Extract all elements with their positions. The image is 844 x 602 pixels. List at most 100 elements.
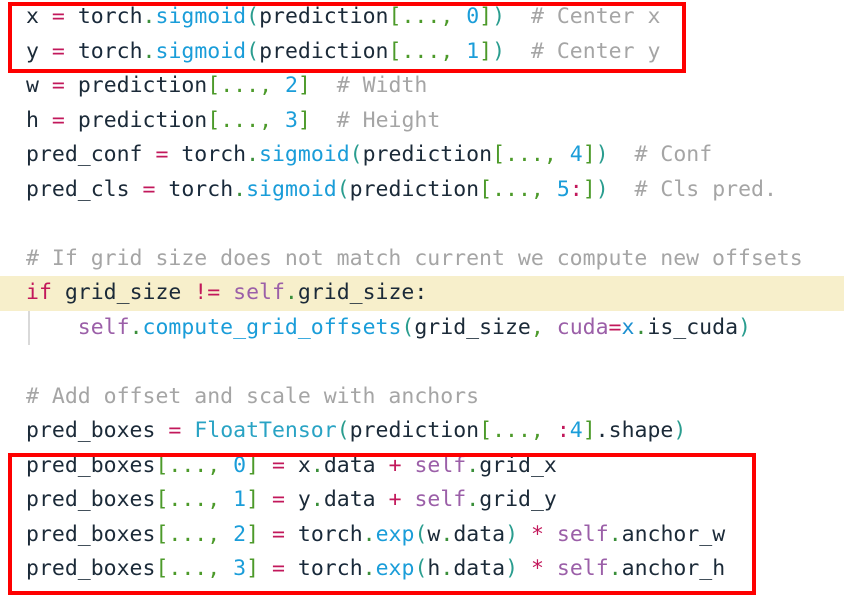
code-token: pred_boxes [26, 556, 156, 581]
code-token: = [272, 556, 285, 581]
code-token: 3 [233, 556, 247, 581]
code-token: pred_boxes [26, 521, 156, 547]
code-token: [ [479, 176, 493, 202]
code-token: . [608, 556, 622, 581]
code-token: # Width [336, 73, 428, 98]
code-token: 0 [466, 4, 480, 29]
code-line[interactable]: pred_cls = torch.sigmoid(prediction[...,… [0, 173, 844, 208]
code-token: ... [401, 4, 441, 29]
code-token: prediction [259, 4, 389, 29]
code-line[interactable]: pred_boxes[..., 1] = y.data + self.grid_… [0, 483, 844, 518]
code-token: ) [492, 4, 506, 29]
code-token: 2 [233, 521, 247, 547]
code-line[interactable]: w = prediction[..., 2] # Width [0, 69, 844, 104]
code-line[interactable]: pred_conf = torch.sigmoid(prediction[...… [0, 138, 844, 173]
code-token: data [453, 521, 506, 547]
code-token: w [427, 521, 441, 547]
code-line[interactable]: pred_boxes = FloatTensor(prediction[...,… [0, 414, 844, 449]
code-token: ) [595, 176, 609, 202]
code-token: [ [388, 38, 402, 64]
code-token: = [272, 452, 285, 478]
code-token: 1 [466, 38, 480, 64]
code-token: ] [582, 418, 596, 443]
code-line[interactable] [0, 207, 844, 242]
code-token: ... [220, 73, 260, 98]
code-line[interactable]: y = torch.sigmoid(prediction[..., 1]) # … [0, 35, 844, 70]
code-token: data [323, 487, 376, 512]
code-token: : [414, 280, 428, 305]
code-token: . [310, 452, 324, 478]
code-token: , [259, 73, 273, 98]
code-token: anchor_h [621, 556, 726, 581]
code-line[interactable]: h = prediction[..., 3] # Height [0, 104, 844, 139]
code-token: , [530, 418, 544, 443]
code-line[interactable]: # If grid size does not match current we… [0, 242, 844, 277]
code-token: . [595, 418, 609, 443]
code-token: , [440, 38, 454, 64]
code-token: grid_size [64, 280, 182, 305]
code-token: = [272, 521, 285, 547]
code-token: self [414, 487, 467, 512]
code-token: x [621, 314, 635, 340]
code-token: torch [77, 38, 143, 64]
code-token: ... [168, 521, 208, 547]
code-token: if [26, 280, 52, 305]
code-token: pred_cls [26, 176, 130, 202]
code-token: # Center x [530, 4, 661, 29]
code-token: . [362, 556, 376, 581]
code-line[interactable]: pred_boxes[..., 2] = torch.exp(w.data) *… [0, 518, 844, 553]
code-token: = [608, 314, 622, 340]
code-token: . [440, 556, 454, 581]
code-token: grid_x [479, 452, 557, 478]
code-line[interactable] [0, 345, 844, 380]
code-token: x [26, 4, 39, 29]
code-token: ) [505, 521, 519, 547]
code-line[interactable]: x = torch.sigmoid(prediction[..., 0]) # … [0, 0, 844, 35]
code-line[interactable]: self.compute_grid_offsets(grid_size, cud… [0, 310, 844, 346]
code-token: = [51, 4, 65, 29]
code-token: data [323, 452, 376, 478]
code-token: is_cuda [647, 314, 739, 340]
code-token: h [427, 556, 441, 581]
code-token: = [168, 418, 182, 443]
code-token: ... [505, 142, 544, 167]
code-token: . [233, 176, 247, 202]
code-token: [ [388, 4, 402, 29]
code-line[interactable]: pred_boxes[..., 3] = torch.exp(h.data) *… [0, 552, 844, 587]
code-line[interactable]: # Add offset and scale with anchors [0, 380, 844, 415]
code-token: sigmoid [246, 176, 337, 202]
code-token: = [272, 487, 285, 512]
code-line[interactable]: if grid_size != self.grid_size: [0, 276, 844, 311]
code-token: exp [375, 521, 415, 547]
code-token: . [466, 452, 480, 478]
code-token: . [310, 487, 324, 512]
code-token: ] [479, 4, 493, 29]
code-line[interactable]: pred_boxes[..., 0] = x.data + self.grid_… [0, 449, 844, 484]
code-token: ) [505, 556, 519, 581]
code-token: self [556, 521, 609, 547]
code-token: 4 [569, 142, 583, 167]
code-token: ... [168, 556, 208, 581]
code-token: : [569, 176, 583, 202]
code-token: ... [220, 107, 260, 133]
code-token: data [453, 556, 506, 581]
